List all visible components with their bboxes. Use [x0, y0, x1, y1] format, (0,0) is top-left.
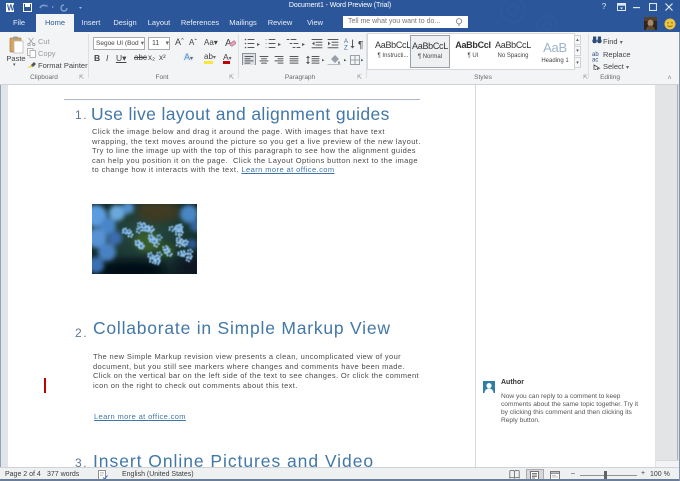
svg-text:ac: ac	[592, 58, 598, 64]
svg-text:¶: ¶	[358, 40, 363, 51]
svg-text:Z: Z	[344, 46, 348, 52]
svg-text:W: W	[7, 4, 15, 13]
svg-text:A: A	[344, 39, 348, 45]
